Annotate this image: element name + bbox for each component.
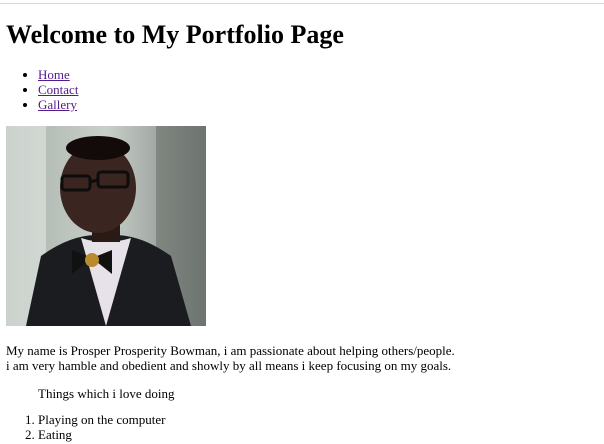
nav-link-gallery[interactable]: Gallery	[38, 97, 77, 112]
bio-line-1: My name is Prosper Prosperity Bowman, i …	[6, 343, 455, 358]
loves-list: Playing on the computer Eating	[6, 412, 165, 442]
nav-link-home[interactable]: Home	[38, 67, 70, 82]
list-item: Eating	[38, 427, 165, 442]
page-title: Welcome to My Portfolio Page	[6, 20, 344, 49]
list-item: Playing on the computer	[38, 412, 165, 427]
nav-list: Home Contact Gallery	[6, 67, 78, 112]
nav-item-gallery: Gallery	[38, 97, 78, 112]
nav-link-contact[interactable]: Contact	[38, 82, 78, 97]
nav-item-contact: Contact	[38, 82, 78, 97]
profile-photo	[6, 126, 206, 326]
window-top-border	[0, 0, 604, 4]
nav-item-home: Home	[38, 67, 78, 82]
portrait-photo-icon	[6, 126, 206, 326]
bio-line-2: i am very hamble and obedient and showly…	[6, 358, 452, 373]
bio-paragraph: My name is Prosper Prosperity Bowman, i …	[6, 343, 455, 373]
loves-heading: Things which i love doing	[38, 386, 175, 401]
